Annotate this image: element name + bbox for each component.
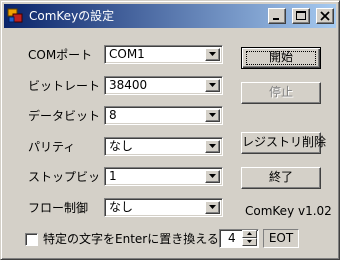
chevron-down-icon [209, 52, 216, 56]
parity-dropdown-button[interactable] [205, 140, 220, 153]
parity-label: パリティ [28, 140, 76, 154]
stop-bits-dropdown-button[interactable] [205, 170, 220, 183]
start-button[interactable]: 開始 [241, 47, 321, 69]
com-port-value: COM1 [109, 47, 145, 61]
bit-rate-label: ビットレート [28, 79, 101, 93]
exit-button[interactable]: 終了 [241, 167, 321, 189]
flow-control-label: フロー制御 [28, 201, 89, 215]
com-port-label: COMポート [28, 48, 93, 62]
version-label: ComKey v1.02 [245, 204, 332, 218]
char-code-value: 4 [228, 231, 236, 245]
parity-value: なし [109, 139, 134, 153]
stop-bits-select[interactable]: 1 [104, 167, 223, 186]
stop-button-label: 停止 [268, 85, 293, 99]
data-bits-label: データビット [28, 109, 101, 123]
replace-char-label[interactable]: 特定の文字をEnterに置き換える [43, 231, 219, 247]
bit-rate-dropdown-button[interactable] [205, 79, 220, 92]
chevron-down-icon [209, 83, 216, 87]
spin-down-button[interactable] [242, 238, 257, 246]
parity-select[interactable]: なし [104, 137, 223, 156]
bit-rate-value: 38400 [109, 78, 148, 92]
chevron-down-icon [247, 240, 252, 243]
stop-button[interactable]: 停止 [241, 82, 321, 104]
data-bits-dropdown-button[interactable] [205, 109, 220, 122]
char-code-spinner[interactable]: 4 [219, 229, 259, 248]
delete-registry-button-label: レジストリ削除 [242, 135, 327, 149]
app-icon [7, 8, 23, 24]
com-port-dropdown-button[interactable] [205, 48, 220, 61]
window-title: ComKeyの設定 [29, 9, 115, 23]
chevron-down-icon [209, 174, 216, 178]
title-bar[interactable]: ComKeyの設定 [4, 4, 336, 28]
maximize-icon [296, 11, 306, 20]
focus-indicator [246, 51, 316, 65]
com-port-select[interactable]: COM1 [104, 45, 223, 64]
flow-control-value: なし [109, 200, 134, 214]
char-name-display: EOT [263, 229, 299, 248]
chevron-down-icon [209, 113, 216, 117]
data-bits-select[interactable]: 8 [104, 106, 223, 125]
delete-registry-button[interactable]: レジストリ削除 [241, 132, 326, 154]
stop-bits-label: ストップビット [28, 170, 113, 184]
minimize-button[interactable] [268, 8, 286, 24]
close-button[interactable] [316, 8, 334, 24]
flow-control-dropdown-button[interactable] [205, 201, 220, 214]
minimize-icon [273, 18, 279, 20]
chevron-up-icon [247, 232, 252, 235]
stop-bits-value: 1 [109, 169, 117, 183]
maximize-button[interactable] [292, 8, 310, 24]
replace-char-checkbox[interactable] [25, 233, 38, 246]
close-icon [320, 11, 330, 21]
spin-up-button[interactable] [242, 230, 257, 238]
chevron-down-icon [209, 205, 216, 209]
exit-button-label: 終了 [268, 170, 293, 184]
settings-dialog: ComKeyの設定 COMポート COM1 ビットレート 38400 データビッ… [0, 0, 340, 260]
chevron-down-icon [209, 144, 216, 148]
data-bits-value: 8 [109, 108, 117, 122]
flow-control-select[interactable]: なし [104, 198, 223, 217]
bit-rate-select[interactable]: 38400 [104, 76, 223, 95]
